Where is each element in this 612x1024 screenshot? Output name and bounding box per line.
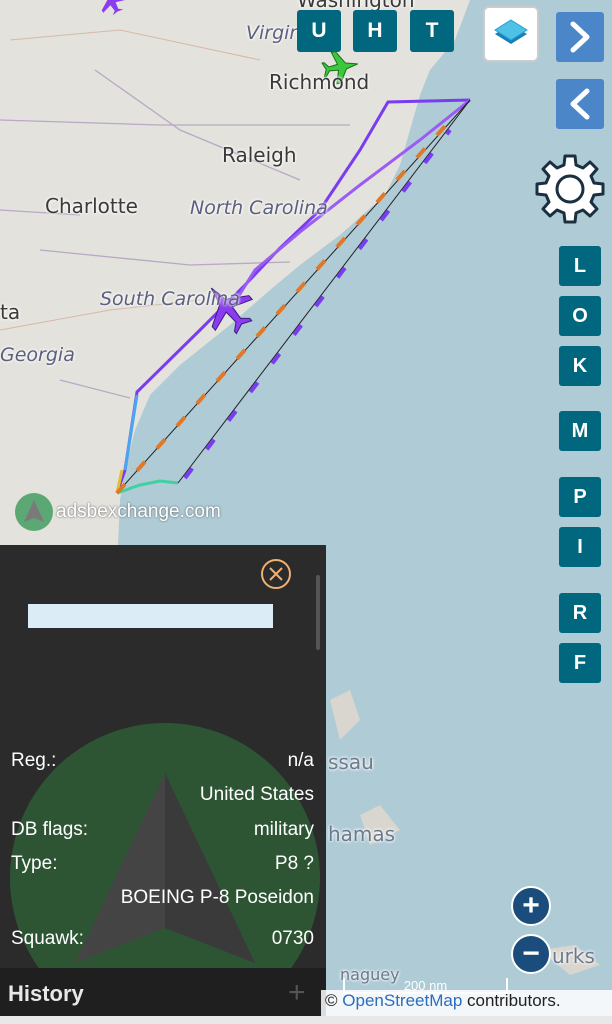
toggle-u-button[interactable]: U xyxy=(297,10,341,52)
info-value: 0730 xyxy=(271,928,314,949)
info-value: P8 ? xyxy=(274,853,314,874)
aircraft-info-panel: Reg.: n/a United States DB flags: milita… xyxy=(0,545,326,1024)
toggle-o-button[interactable]: O xyxy=(559,296,601,336)
toggle-p-button[interactable]: P xyxy=(559,477,601,517)
place-label: Richmond xyxy=(269,70,370,94)
info-value: BOEING P-8 Poseidon xyxy=(120,887,314,908)
place-label: Raleigh xyxy=(222,143,297,167)
place-label: ssau xyxy=(328,750,374,774)
close-panel-button[interactable] xyxy=(260,558,292,590)
attribution-suffix: contributors. xyxy=(462,991,561,1010)
toggle-m-button[interactable]: M xyxy=(559,411,601,451)
place-label: Charlotte xyxy=(45,194,138,218)
info-value: military xyxy=(253,819,314,840)
toggle-f-button[interactable]: F xyxy=(559,643,601,683)
adsbexchange-logo: adsbexchange.com xyxy=(14,492,221,532)
close-circle-icon xyxy=(261,559,291,589)
place-label: Georgia xyxy=(0,344,75,366)
info-row-registration: Reg.: n/a xyxy=(0,746,326,776)
info-value: United States xyxy=(199,784,314,805)
back-button[interactable] xyxy=(556,79,604,129)
toggle-l-button[interactable]: L xyxy=(559,246,601,286)
copyright-symbol: © xyxy=(325,991,338,1010)
watermark-text: adsbexchange.com xyxy=(56,501,221,522)
history-label: History xyxy=(8,981,84,1006)
info-row-db-flags: DB flags: military xyxy=(0,815,326,845)
toggle-r-button[interactable]: R xyxy=(559,593,601,633)
place-label: hamas xyxy=(328,822,396,846)
info-row-country: United States xyxy=(0,780,326,810)
layers-button[interactable] xyxy=(483,6,539,62)
toggle-k-button[interactable]: K xyxy=(559,346,601,386)
toggle-i-button[interactable]: I xyxy=(559,527,601,567)
info-row-type-description: BOEING P-8 Poseidon xyxy=(0,883,326,913)
place-label: urks xyxy=(552,944,595,968)
info-key: Reg.: xyxy=(11,750,57,771)
openstreetmap-link[interactable]: OpenStreetMap xyxy=(342,991,462,1010)
info-row-squawk: Squawk: 0730 xyxy=(0,924,326,954)
expand-history-button[interactable]: + xyxy=(288,976,306,1010)
settings-button[interactable] xyxy=(530,152,610,232)
info-key: DB flags: xyxy=(11,819,89,840)
info-value: n/a xyxy=(287,750,314,771)
gear-icon xyxy=(535,154,605,224)
callsign-field xyxy=(28,604,273,628)
info-row-type: Type: P8 ? xyxy=(0,849,326,879)
chevron-left-icon xyxy=(570,88,590,120)
toggle-h-button[interactable]: H xyxy=(353,10,397,52)
place-label: North Carolina xyxy=(190,197,328,219)
panel-scrollbar[interactable] xyxy=(316,575,320,650)
map-attribution: © OpenStreetMap contributors. xyxy=(321,990,612,1016)
info-key: Type: xyxy=(11,853,58,874)
chevron-right-icon xyxy=(570,21,590,53)
place-label: ta xyxy=(0,300,21,324)
layers-icon xyxy=(494,19,528,44)
adsb-logo-icon xyxy=(15,493,53,531)
zoom-out-button[interactable]: − xyxy=(511,934,551,974)
zoom-in-button[interactable]: + xyxy=(511,886,551,926)
bottom-strip xyxy=(0,1016,612,1024)
info-key: Squawk: xyxy=(11,928,84,949)
forward-button[interactable] xyxy=(556,12,604,62)
toggle-t-button[interactable]: T xyxy=(410,10,454,52)
place-label: South Carolina xyxy=(100,288,240,310)
